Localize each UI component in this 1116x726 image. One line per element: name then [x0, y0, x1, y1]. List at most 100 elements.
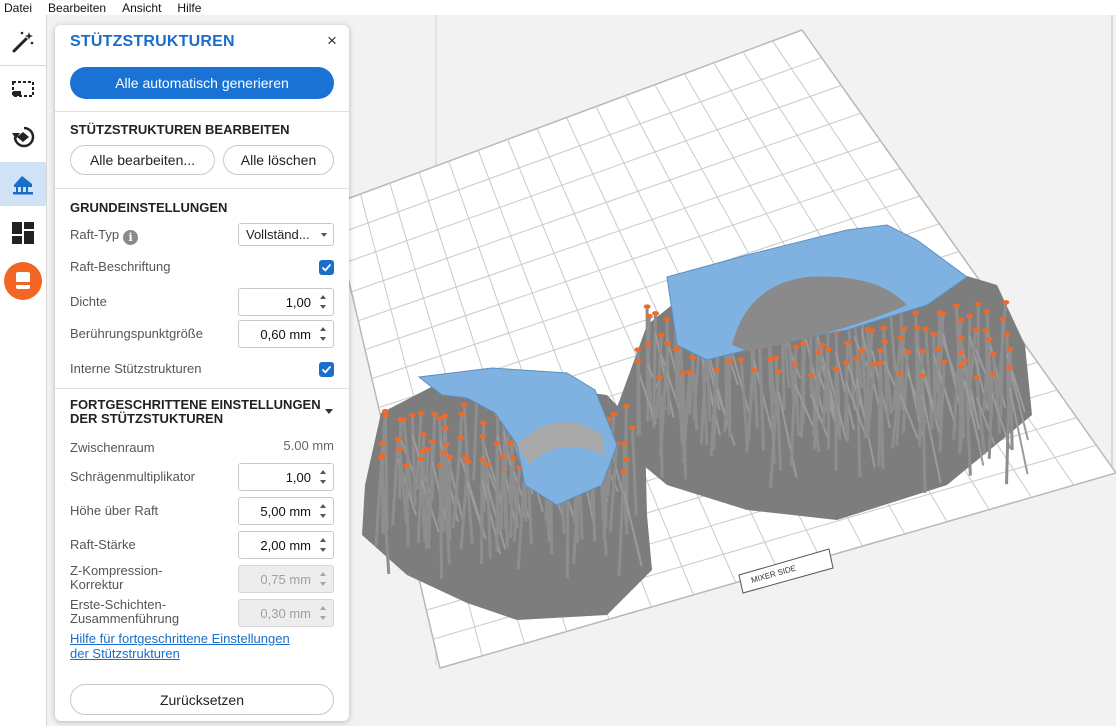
first-layer-label-line-1: Erste-Schichten-	[70, 597, 167, 612]
support-touchpoint	[396, 446, 404, 452]
support-touchpoint	[824, 347, 832, 352]
delete-all-button[interactable]: Alle löschen	[223, 145, 334, 175]
support-touchpoint	[912, 310, 920, 315]
support-touchpoint	[853, 356, 861, 361]
support-touchpoint	[656, 375, 664, 380]
help-link-line-1: Hilfe für fortgeschrittene Einstellungen	[70, 631, 290, 646]
layout-icon	[12, 222, 34, 244]
height-label: Höhe über Raft	[70, 503, 159, 518]
menu-item-datei[interactable]: Datei	[4, 1, 32, 15]
advanced-section-title[interactable]: FORTGESCHRITTENE EINSTELLUNGEN DER STÜTZ…	[70, 398, 321, 426]
stepper-arrows-icon[interactable]	[320, 294, 328, 310]
raft-label-checkbox[interactable]	[319, 260, 334, 275]
orient-tool[interactable]	[0, 115, 46, 159]
support-touchpoint	[952, 303, 960, 309]
generate-all-button[interactable]: Alle automatisch generieren	[70, 67, 334, 99]
support-touchpoint	[403, 463, 411, 468]
support-pillar-right	[799, 343, 805, 438]
support-touchpoint	[440, 450, 448, 455]
supports-tool[interactable]	[0, 162, 46, 206]
print-tool[interactable]	[0, 259, 46, 303]
support-touchpoint	[420, 432, 428, 437]
support-touchpoint	[664, 340, 672, 346]
support-touchpoint	[922, 326, 930, 332]
thickness-value: 2,00 mm	[260, 538, 311, 553]
density-label: Dichte	[70, 294, 107, 309]
menu-item-hilfe[interactable]: Hilfe	[177, 1, 201, 15]
support-touchpoint	[772, 355, 780, 360]
magic-wand-tool[interactable]	[0, 20, 46, 64]
support-touchpoint	[934, 347, 942, 352]
support-touchpoint	[983, 309, 991, 314]
first-layer-label-line-2: Zusammenführung	[70, 611, 180, 626]
menu-item-bearbeiten[interactable]: Bearbeiten	[48, 1, 106, 15]
toolbar-divider	[0, 65, 46, 66]
select-region-tool[interactable]	[0, 67, 46, 111]
support-touchpoint	[634, 347, 642, 352]
support-pillar-right	[727, 362, 732, 437]
support-touchpoint	[989, 351, 997, 357]
support-touchpoint	[679, 370, 687, 375]
raft-type-select[interactable]: Vollständ...	[238, 223, 334, 246]
support-touchpoint	[442, 442, 450, 447]
edit-all-button[interactable]: Alle bearbeiten...	[70, 145, 215, 175]
support-touchpoint	[985, 336, 993, 342]
support-touchpoint	[645, 313, 653, 319]
support-touchpoint	[441, 413, 449, 419]
stepper-arrows-icon	[320, 571, 328, 587]
support-touchpoint	[457, 435, 465, 440]
support-touchpoint	[1003, 332, 1011, 337]
support-touchpoint	[446, 454, 454, 460]
edit-section-title: STÜTZSTRUKTUREN BEARBEITEN	[70, 122, 290, 137]
first-layer-value: 0,30 mm	[260, 606, 311, 621]
divider	[55, 111, 349, 112]
support-touchpoint	[725, 359, 733, 365]
support-touchpoint	[663, 317, 671, 322]
raft-type-label-text: Raft-Typ	[70, 227, 120, 242]
slope-stepper[interactable]: 1,00	[238, 463, 334, 491]
stepper-arrows-icon[interactable]	[320, 469, 328, 485]
touchpoint-stepper[interactable]: 0,60 mm	[238, 320, 334, 348]
support-touchpoint	[792, 344, 800, 349]
support-touchpoint	[913, 325, 921, 331]
support-touchpoint	[493, 440, 501, 446]
support-touchpoint	[864, 327, 872, 332]
checkmark-icon	[321, 365, 332, 374]
support-touchpoint	[381, 409, 389, 414]
reset-button[interactable]: Zurücksetzen	[70, 684, 334, 715]
stepper-arrows-icon[interactable]	[320, 537, 328, 553]
support-touchpoint	[957, 317, 965, 323]
touchpoint-value: 0,60 mm	[260, 327, 311, 342]
height-value: 5,00 mm	[260, 504, 311, 519]
internal-supports-checkbox[interactable]	[319, 362, 334, 377]
close-icon[interactable]: ×	[325, 32, 339, 49]
support-touchpoint	[634, 359, 642, 365]
support-touchpoint	[1006, 365, 1014, 370]
supports-icon	[13, 176, 33, 195]
support-touchpoint	[842, 360, 850, 365]
menu-item-ansicht[interactable]: Ansicht	[122, 1, 161, 15]
thickness-stepper[interactable]: 2,00 mm	[238, 531, 334, 559]
support-touchpoint	[509, 456, 517, 461]
divider	[55, 388, 349, 389]
stepper-arrows-icon[interactable]	[320, 326, 328, 342]
stepper-arrows-icon[interactable]	[320, 503, 328, 519]
first-layer-label: Erste-Schichten- Zusammenführung	[70, 598, 179, 626]
layout-tool[interactable]	[0, 211, 46, 255]
support-touchpoint	[483, 462, 491, 467]
support-touchpoint	[382, 413, 390, 418]
support-touchpoint	[431, 412, 439, 417]
support-touchpoint	[652, 311, 660, 316]
density-stepper[interactable]: 1,00	[238, 288, 334, 316]
support-touchpoint	[940, 359, 948, 365]
spacing-value: 5.00 mm	[283, 438, 334, 453]
info-icon[interactable]: i	[123, 230, 139, 245]
advanced-help-link[interactable]: Hilfe für fortgeschrittene Einstellungen…	[70, 631, 290, 661]
slope-label: Schrägenmultiplikator	[70, 469, 196, 484]
support-touchpoint	[844, 340, 852, 346]
caret-down-icon[interactable]	[325, 409, 333, 414]
support-touchpoint	[814, 350, 822, 355]
support-touchpoint	[880, 339, 888, 344]
support-touchpoint	[972, 327, 980, 332]
height-stepper[interactable]: 5,00 mm	[238, 497, 334, 525]
